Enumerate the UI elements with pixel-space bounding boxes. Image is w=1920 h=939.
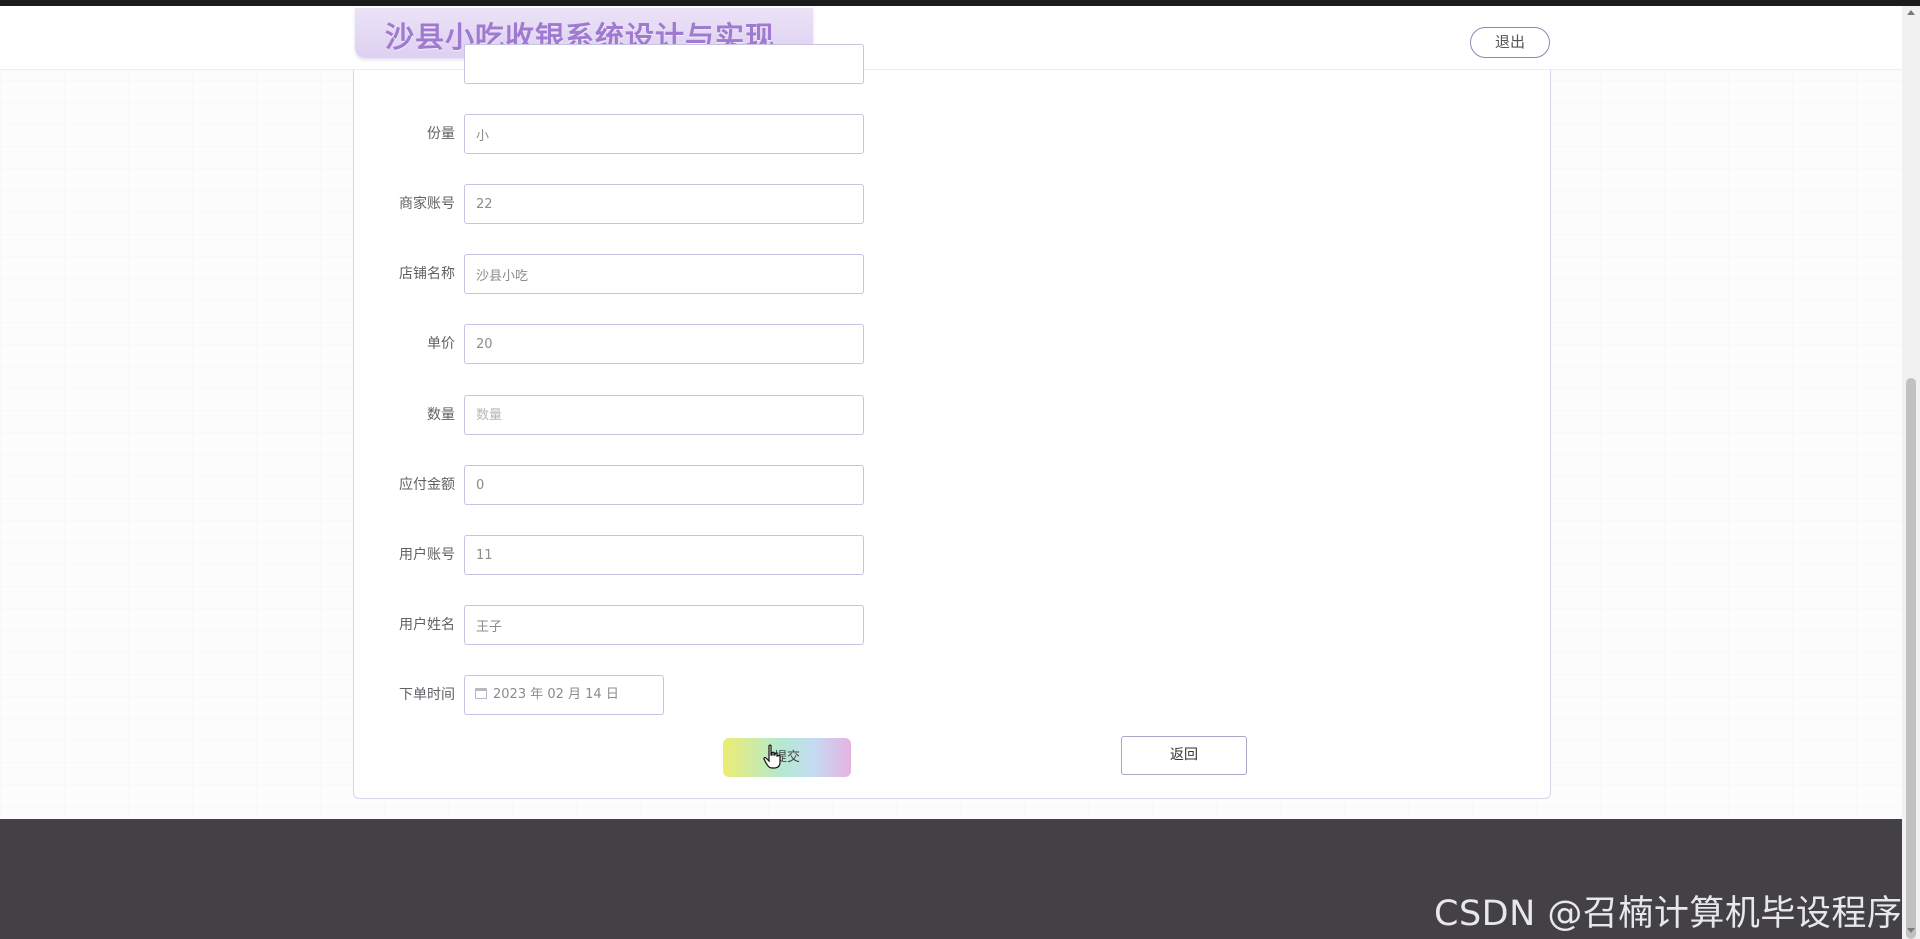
field-label: 份量 bbox=[427, 126, 455, 142]
field-label: 店铺名称 bbox=[399, 266, 455, 282]
shop-name-input[interactable] bbox=[464, 254, 864, 294]
scroll-up-arrow-icon[interactable] bbox=[1907, 10, 1915, 15]
field-label: 数量 bbox=[427, 407, 455, 423]
scrollbar-thumb[interactable] bbox=[1906, 378, 1916, 939]
amount-due-input[interactable] bbox=[464, 465, 864, 505]
scroll-down-arrow-icon[interactable] bbox=[1907, 928, 1915, 933]
watermark-text: CSDN @召楠计算机毕设程序 bbox=[1434, 894, 1903, 934]
field-label: 用户姓名 bbox=[399, 617, 455, 633]
logout-button[interactable]: 退出 bbox=[1470, 27, 1550, 58]
portion-input[interactable] bbox=[464, 114, 864, 154]
user-name-input[interactable] bbox=[464, 605, 864, 645]
calendar-icon bbox=[475, 688, 487, 699]
field-label bbox=[363, 44, 455, 84]
field-label: 应付金额 bbox=[399, 477, 455, 493]
field-label: 用户账号 bbox=[399, 547, 455, 563]
order-time-date-picker[interactable]: 2023 年 02 月 14 日 bbox=[464, 675, 664, 715]
header-bar: 沙县小吃收银系统设计与实现 退出 bbox=[0, 6, 1902, 70]
user-account-input[interactable] bbox=[464, 535, 864, 575]
field-label: 商家账号 bbox=[399, 196, 455, 212]
unit-price-input[interactable] bbox=[464, 324, 864, 364]
submit-button[interactable]: 提交 bbox=[723, 738, 851, 777]
merchant-account-input[interactable] bbox=[464, 184, 864, 224]
partial-input[interactable] bbox=[464, 44, 864, 84]
back-button[interactable]: 返回 bbox=[1121, 736, 1247, 775]
field-label: 下单时间 bbox=[399, 687, 455, 703]
order-time-value: 2023 年 02 月 14 日 bbox=[493, 687, 619, 702]
vertical-scrollbar[interactable] bbox=[1902, 6, 1920, 939]
hand-cursor-icon bbox=[763, 744, 781, 769]
field-label: 单价 bbox=[427, 336, 455, 352]
quantity-input[interactable] bbox=[464, 395, 864, 435]
